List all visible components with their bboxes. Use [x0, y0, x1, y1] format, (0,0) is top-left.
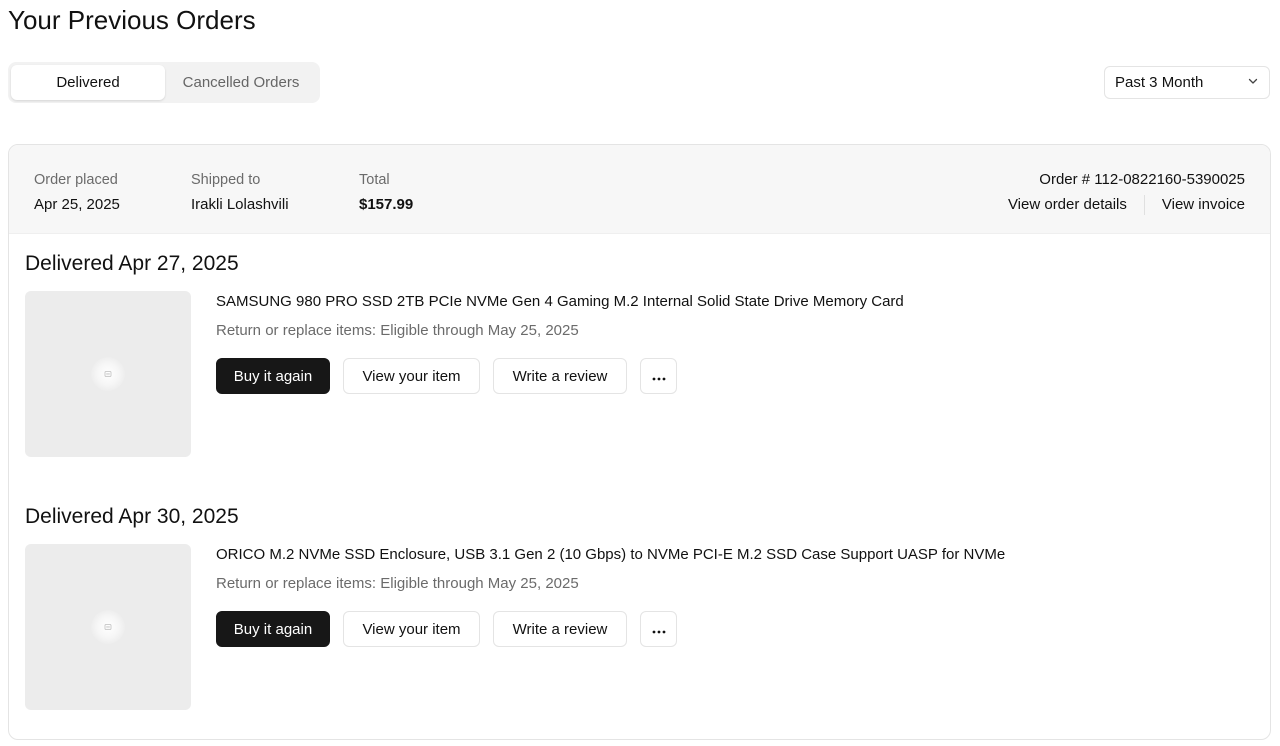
order-links: View order details View invoice: [1008, 195, 1245, 215]
delivery-date-heading: Delivered Apr 30, 2025: [25, 505, 239, 528]
order-total-value: $157.99: [359, 196, 414, 213]
return-eligibility: Return or replace items: Eligible throug…: [216, 575, 579, 592]
shipped-to: Shipped to Irakli Lolashvili: [191, 171, 289, 214]
return-eligibility: Return or replace items: Eligible throug…: [216, 322, 579, 339]
order-placed: Order placed Apr 25, 2025: [34, 171, 120, 214]
shipped-to-value: Irakli Lolashvili: [191, 196, 289, 213]
product-thumbnail[interactable]: [25, 544, 191, 710]
page-title: Your Previous Orders: [8, 5, 256, 35]
buy-it-again-button[interactable]: Buy it again: [216, 611, 330, 647]
more-options-button[interactable]: [640, 358, 677, 394]
write-a-review-button[interactable]: Write a review: [493, 358, 627, 394]
image-placeholder-icon: [91, 610, 125, 644]
chevron-down-icon: [1247, 74, 1259, 91]
product-title-link[interactable]: ORICO M.2 NVMe SSD Enclosure, USB 3.1 Ge…: [216, 546, 1005, 564]
order-total: Total $157.99: [359, 171, 413, 214]
link-divider: [1143, 195, 1145, 215]
item-actions: Buy it again View your item Write a revi…: [216, 611, 677, 647]
product-title-link[interactable]: SAMSUNG 980 PRO SSD 2TB PCIe NVMe Gen 4 …: [216, 293, 904, 311]
order-placed-value: Apr 25, 2025: [34, 196, 120, 213]
time-period-value: Past 3 Month: [1115, 74, 1204, 91]
order-status-tabs: Delivered Cancelled Orders: [8, 62, 320, 103]
tab-cancelled-orders[interactable]: Cancelled Orders: [165, 65, 317, 100]
shipped-to-label: Shipped to: [191, 172, 261, 188]
write-a-review-button[interactable]: Write a review: [493, 611, 627, 647]
order-header: Order placed Apr 25, 2025 Shipped to Ira…: [9, 145, 1270, 234]
product-thumbnail[interactable]: [25, 291, 191, 457]
image-placeholder-icon: [91, 357, 125, 391]
order-total-label: Total: [359, 172, 390, 188]
more-options-button[interactable]: [640, 611, 677, 647]
view-order-details-link[interactable]: View order details: [1008, 195, 1127, 215]
shipment: Delivered Apr 30, 2025 ORICO M.2 NVMe SS…: [25, 504, 1255, 710]
buy-it-again-button[interactable]: Buy it again: [216, 358, 330, 394]
order-number: Order # 112-0822160-5390025: [1039, 171, 1245, 188]
order-placed-label: Order placed: [34, 172, 118, 188]
more-icon: [652, 368, 666, 385]
view-invoice-link[interactable]: View invoice: [1162, 195, 1245, 215]
delivery-date-heading: Delivered Apr 27, 2025: [25, 252, 239, 275]
item-actions: Buy it again View your item Write a revi…: [216, 358, 677, 394]
order-card: Order placed Apr 25, 2025 Shipped to Ira…: [8, 144, 1271, 740]
time-period-select[interactable]: Past 3 Month: [1104, 66, 1270, 99]
view-your-item-button[interactable]: View your item: [343, 611, 480, 647]
more-icon: [652, 621, 666, 638]
shipment: Delivered Apr 27, 2025 SAMSUNG 980 PRO S…: [25, 251, 1255, 457]
view-your-item-button[interactable]: View your item: [343, 358, 480, 394]
tab-delivered[interactable]: Delivered: [11, 65, 165, 100]
